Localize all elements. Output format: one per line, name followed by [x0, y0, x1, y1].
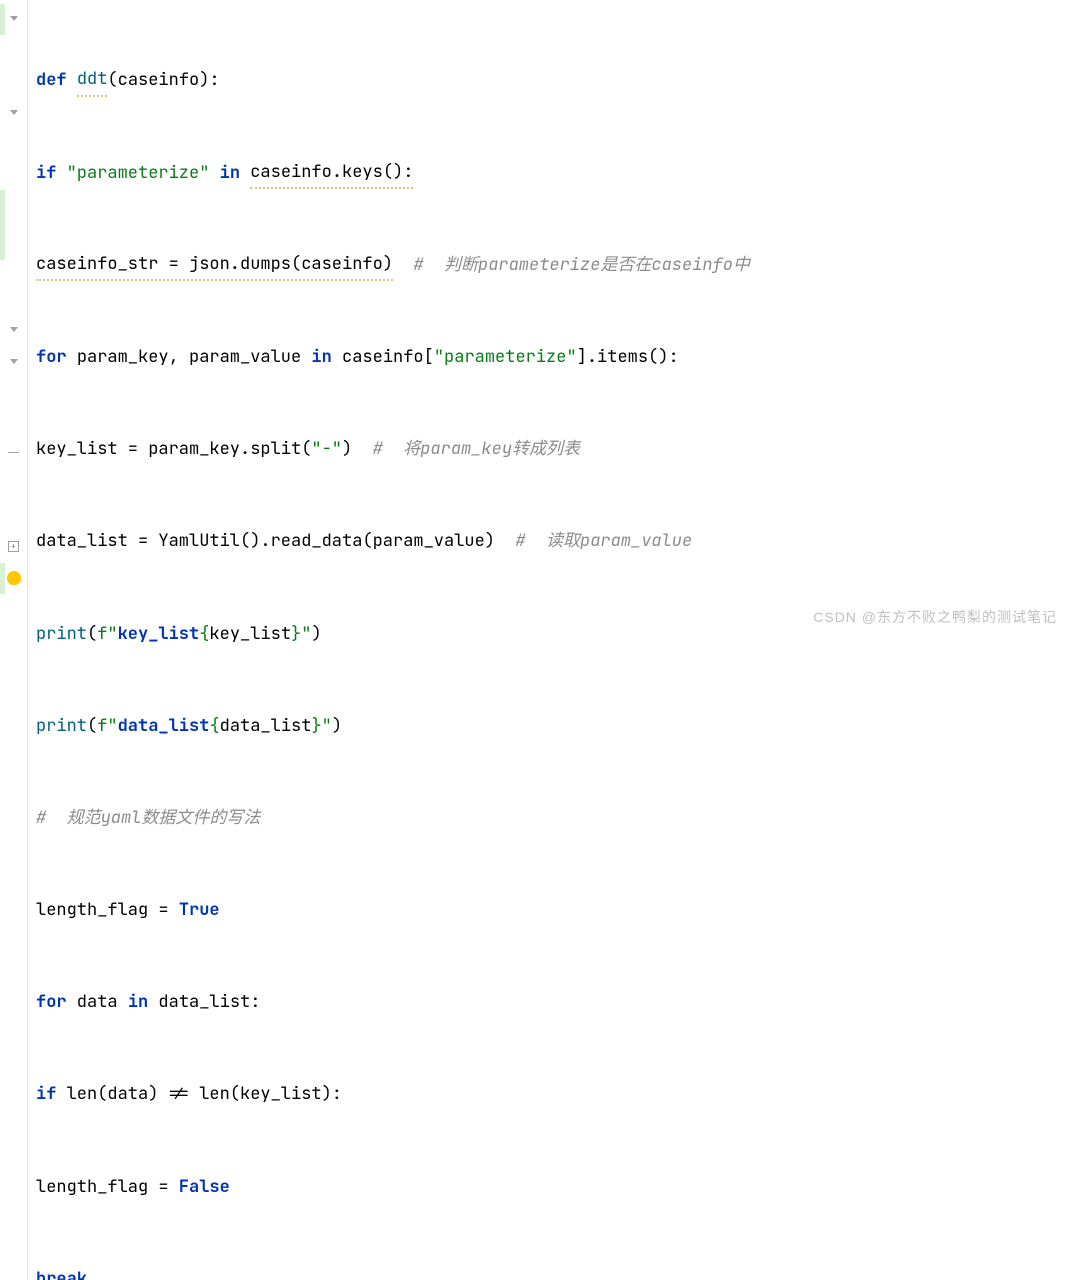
change-marker — [0, 563, 5, 594]
fold-icon[interactable] — [7, 106, 21, 118]
code-line: if len(data) != len(key_list): — [36, 1079, 1077, 1110]
code-line: caseinfo_str = json.dumps(caseinfo) # 判断… — [36, 250, 1077, 281]
fold-end-icon[interactable] — [7, 446, 21, 458]
code-line: print(f"data_list{data_list}") — [36, 711, 1077, 742]
code-line: for param_key, param_value in caseinfo["… — [36, 342, 1077, 373]
code-line: for data in data_list: — [36, 987, 1077, 1018]
string-literal: "parameterize" — [434, 342, 577, 373]
code-editor[interactable]: def ddt(caseinfo): if "parameterize" in … — [28, 0, 1077, 1280]
code-line: length_flag = False — [36, 1171, 1077, 1202]
code-line: break — [36, 1264, 1077, 1280]
comment: # 读取param_value — [515, 526, 692, 557]
change-marker — [0, 4, 5, 35]
comment: # 判断parameterize是否在caseinfo中 — [413, 250, 750, 281]
code-line: length_flag = True — [36, 895, 1077, 926]
change-marker — [0, 190, 5, 260]
code-line: key_list = param_key.split("-") # 将param… — [36, 434, 1077, 465]
code-line: # 规范yaml数据文件的写法 — [36, 803, 1077, 834]
code-line: data_list = YamlUtil().read_data(param_v… — [36, 526, 1077, 557]
function-name: ddt — [77, 64, 108, 97]
comment: # 规范yaml数据文件的写法 — [36, 803, 260, 834]
code-line: def ddt(caseinfo): — [36, 65, 1077, 96]
comment: # 将param_key转成列表 — [373, 434, 580, 465]
fold-icon[interactable] — [7, 355, 21, 367]
bulb-icon[interactable] — [7, 572, 21, 584]
fold-icon[interactable] — [7, 323, 21, 335]
keyword-if: if — [36, 158, 56, 189]
expand-icon[interactable]: + — [7, 540, 21, 552]
code-line: if "parameterize" in caseinfo.keys(): — [36, 157, 1077, 188]
watermark: CSDN @东方不败之鸭梨的测试笔记 — [813, 605, 1057, 630]
fold-icon[interactable] — [7, 12, 21, 24]
editor-gutter: + — [0, 0, 28, 1280]
keyword-def: def — [36, 65, 67, 96]
string-literal: "parameterize" — [67, 158, 210, 189]
